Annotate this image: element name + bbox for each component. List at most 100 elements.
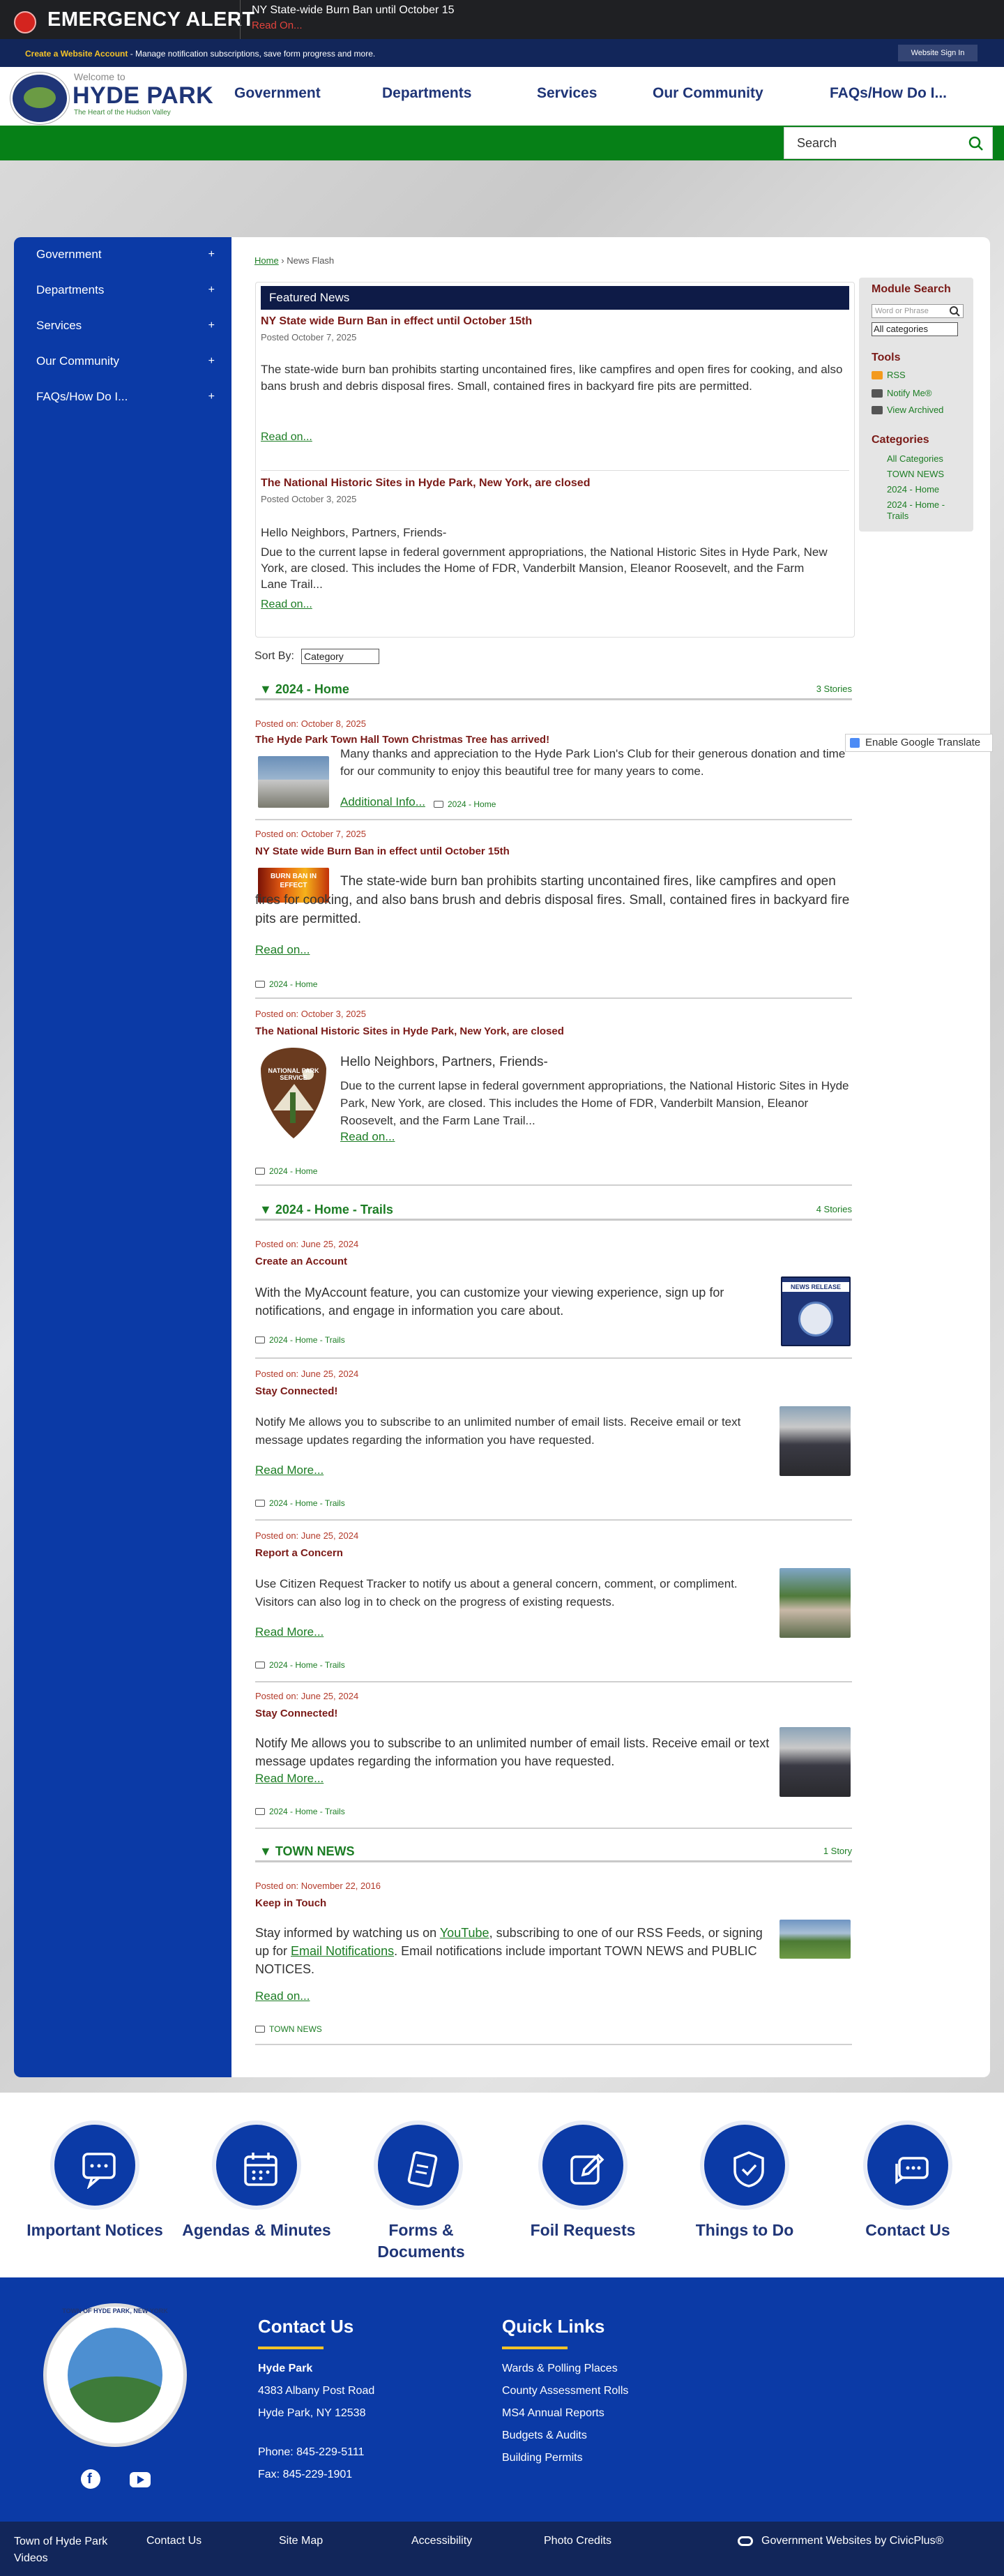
post-read-more-link[interactable]: Read More... — [255, 1772, 324, 1786]
footer-quick-link[interactable]: County Assessment Rolls — [502, 2380, 628, 2402]
category-link[interactable]: 2024 - Home - — [887, 499, 945, 510]
post-category[interactable]: 2024 - Home — [255, 1166, 317, 1176]
contact-us-button[interactable] — [863, 2121, 952, 2210]
expand-plus-icon[interactable]: + — [208, 344, 215, 379]
sidenav-services[interactable]: Services + — [22, 308, 225, 343]
post-title[interactable]: The National Historic Sites in Hyde Park… — [255, 1025, 564, 1037]
post-title[interactable]: NY State wide Burn Ban in effect until O… — [255, 845, 510, 857]
featured-read-on-link[interactable]: Read on... — [261, 431, 312, 444]
quick-link-label[interactable]: Important Notices — [11, 2220, 178, 2241]
category-link[interactable]: All Categories — [887, 453, 943, 464]
category-link-cont[interactable]: Trails — [887, 511, 908, 521]
expand-plus-icon[interactable]: + — [208, 237, 215, 272]
category-name[interactable]: ▼ 2024 - Home — [259, 682, 349, 697]
youtube-link[interactable]: YouTube — [440, 1926, 489, 1940]
tools-archived-link[interactable]: View Archived — [887, 405, 943, 415]
things-to-do-button[interactable] — [700, 2121, 789, 2210]
tools-rss-link[interactable]: RSS — [887, 370, 906, 380]
post-read-on-link[interactable]: Read on... — [340, 1130, 395, 1144]
category-link[interactable]: 2024 - Home — [887, 484, 939, 495]
bottom-link-accessibility[interactable]: Accessibility — [411, 2535, 472, 2547]
post-category[interactable]: 2024 - Home - Trails — [255, 1660, 345, 1670]
civicplus-credit-link[interactable]: Government Websites by CivicPlus® — [761, 2535, 943, 2547]
quick-link-label[interactable]: Things to Do — [661, 2220, 828, 2241]
important-notices-button[interactable] — [50, 2121, 139, 2210]
footer-quick-link[interactable]: MS4 Annual Reports — [502, 2402, 604, 2425]
post-category[interactable]: TOWN NEWS — [255, 2024, 322, 2034]
footer-quick-link[interactable]: Building Permits — [502, 2447, 583, 2469]
footer-phone[interactable]: Phone: 845-229-5111 — [258, 2441, 364, 2464]
featured-title[interactable]: NY State wide Burn Ban in effect until O… — [261, 315, 532, 328]
post-category[interactable]: 2024 - Home - Trails — [255, 1807, 345, 1816]
park-thumbnail[interactable] — [779, 1920, 851, 1959]
sidenav-departments[interactable]: Departments + — [22, 273, 225, 308]
forms-documents-button[interactable] — [374, 2121, 463, 2210]
parade-thumbnail[interactable] — [779, 1727, 851, 1797]
nav-departments[interactable]: Departments — [382, 85, 471, 102]
category-name[interactable]: ▼ TOWN NEWS — [259, 1844, 354, 1859]
tools-notify-link[interactable]: Notify Me® — [887, 388, 931, 398]
category-header[interactable]: ▼ TOWN NEWS 1 Story — [255, 1844, 852, 1862]
post-additional-info-link[interactable]: Additional Info... — [340, 795, 425, 809]
agendas-minutes-button[interactable] — [212, 2121, 301, 2210]
nav-our-community[interactable]: Our Community — [653, 85, 763, 102]
post-read-on-link[interactable]: Read on... — [255, 943, 310, 957]
category-name[interactable]: ▼ 2024 - Home - Trails — [259, 1203, 393, 1217]
footer-quick-link[interactable]: Budgets & Audits — [502, 2425, 587, 2447]
create-account-link[interactable]: Create a Website Account — [25, 49, 128, 59]
christmas-tree-thumbnail[interactable] — [258, 756, 329, 808]
nav-services[interactable]: Services — [537, 85, 597, 102]
parade-thumbnail[interactable] — [779, 1406, 851, 1476]
post-category[interactable]: 2024 - Home - Trails — [255, 1498, 345, 1508]
site-search-input[interactable]: Search — [784, 127, 993, 159]
quick-link-label[interactable]: Contact Us — [824, 2220, 991, 2241]
featured-title[interactable]: The National Historic Sites in Hyde Park… — [261, 477, 590, 490]
sign-in-button[interactable]: Website Sign In — [898, 45, 978, 61]
quick-link-label[interactable]: Forms & Documents — [363, 2220, 480, 2263]
post-title[interactable]: Stay Connected! — [255, 1708, 337, 1719]
post-title[interactable]: Keep in Touch — [255, 1897, 326, 1909]
news-release-thumbnail[interactable]: NEWS RELEASE — [781, 1276, 851, 1346]
post-category[interactable]: 2024 - Home — [434, 799, 496, 809]
email-notifications-link[interactable]: Email Notifications — [291, 1944, 394, 1958]
sort-select[interactable]: Category — [301, 649, 379, 664]
foil-requests-button[interactable] — [538, 2121, 628, 2210]
sidenav-faqs[interactable]: FAQs/How Do I... + — [22, 379, 225, 414]
bottom-link-contact[interactable]: Contact Us — [146, 2535, 201, 2547]
category-header[interactable]: ▼ 2024 - Home - Trails 4 Stories — [255, 1203, 852, 1221]
expand-plus-icon[interactable]: + — [208, 379, 215, 414]
quick-link-label[interactable]: Foil Requests — [499, 2220, 667, 2241]
post-title[interactable]: Stay Connected! — [255, 1385, 337, 1397]
featured-read-on-link[interactable]: Read on... — [261, 598, 312, 611]
post-title[interactable]: Create an Account — [255, 1256, 347, 1267]
category-header[interactable]: ▼ 2024 - Home 3 Stories — [255, 682, 852, 700]
bottom-link-videos[interactable]: Town of Hyde Park Videos — [14, 2533, 126, 2567]
facebook-icon[interactable]: f — [81, 2469, 100, 2489]
expand-plus-icon[interactable]: + — [208, 273, 215, 308]
category-link[interactable]: TOWN NEWS — [887, 469, 944, 479]
youtube-icon[interactable] — [130, 2472, 151, 2487]
quick-link-label[interactable]: Agendas & Minutes — [173, 2220, 340, 2241]
alert-read-on-link[interactable]: Read On... — [252, 20, 303, 31]
module-category-select[interactable]: All categories — [872, 322, 958, 336]
sidenav-our-community[interactable]: Our Community + — [22, 344, 225, 379]
breadcrumb-home[interactable]: Home — [254, 255, 279, 266]
footer-quick-link[interactable]: Wards & Polling Places — [502, 2358, 618, 2380]
post-read-on-link[interactable]: Read on... — [255, 1989, 310, 2003]
bottom-link-photo-credits[interactable]: Photo Credits — [544, 2535, 611, 2547]
google-translate-button[interactable]: Enable Google Translate — [845, 734, 993, 752]
sidenav-government[interactable]: Government + — [22, 237, 225, 272]
logo-name[interactable]: HYDE PARK — [73, 82, 213, 110]
post-category[interactable]: 2024 - Home — [255, 979, 317, 989]
post-category[interactable]: 2024 - Home - Trails — [255, 1335, 345, 1345]
town-seal-logo[interactable] — [43, 2303, 187, 2447]
event-tent-thumbnail[interactable] — [779, 1568, 851, 1638]
town-logo-icon[interactable] — [10, 73, 69, 124]
post-read-more-link[interactable]: Read More... — [255, 1463, 324, 1477]
search-icon[interactable] — [967, 135, 984, 151]
module-search-icon[interactable] — [948, 305, 961, 317]
post-title[interactable]: Report a Concern — [255, 1547, 343, 1559]
expand-plus-icon[interactable]: + — [208, 308, 215, 343]
bottom-link-sitemap[interactable]: Site Map — [279, 2535, 323, 2547]
post-title[interactable]: The Hyde Park Town Hall Town Christmas T… — [255, 734, 549, 746]
